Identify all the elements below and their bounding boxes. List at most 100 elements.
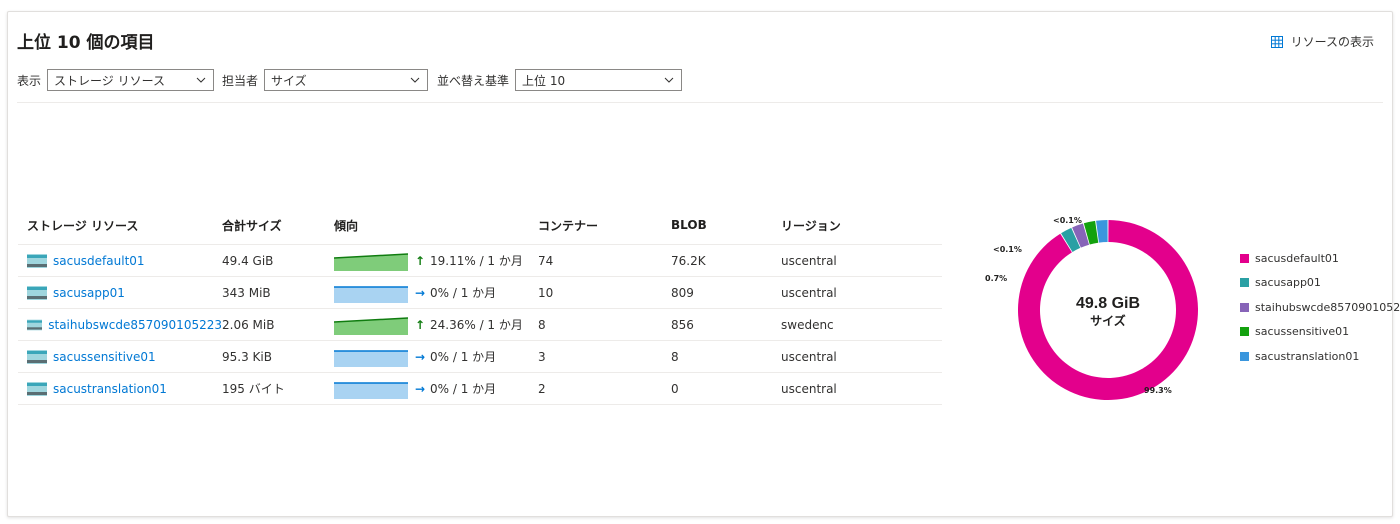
arrow-right-icon: →: [414, 285, 426, 300]
slice-label-3: <0.1%: [993, 245, 1022, 254]
trend-cell: → 0% / 1 か月: [334, 379, 538, 399]
resource-name: sacussensitive01: [53, 349, 156, 364]
col-header-resource[interactable]: ストレージ リソース: [18, 217, 222, 234]
storage-table: ストレージ リソース 合計サイズ 傾向 コンテナー BLOB リージョン sac…: [18, 206, 942, 405]
metric-value: サイズ: [271, 73, 307, 88]
sort-dropdown[interactable]: 上位 10: [515, 69, 683, 91]
legend-swatch: [1240, 351, 1249, 361]
sort-value: 上位 10: [522, 73, 566, 88]
arrow-right-icon: →: [414, 349, 426, 364]
arrow-up-icon: ↑: [414, 253, 426, 268]
region-cell: uscentral: [781, 381, 837, 396]
metric-dropdown[interactable]: サイズ: [264, 69, 429, 91]
trend-sparkline: [334, 316, 408, 335]
display-dropdown[interactable]: ストレージ リソース: [47, 69, 215, 91]
containers-cell: 8: [538, 317, 546, 332]
chevron-down-icon: [196, 77, 206, 83]
size-cell: 343 MiB: [222, 285, 271, 300]
col-header-trend[interactable]: 傾向: [334, 217, 538, 234]
region-cell: swedenc: [781, 317, 834, 332]
size-donut-chart: 49.8 GiB サイズ: [1018, 220, 1198, 400]
trend-text: 0% / 1 か月: [430, 382, 497, 396]
trend-text: 19.11% / 1 か月: [430, 254, 523, 268]
legend-label: sacustranslation01: [1255, 349, 1360, 363]
region-cell: uscentral: [781, 253, 837, 268]
size-cell: 2.06 MiB: [222, 317, 275, 332]
legend-item[interactable]: staihubswcde85709010522: [1240, 295, 1400, 320]
col-header-containers[interactable]: コンテナー: [538, 217, 671, 234]
slice-label-main: 99.3%: [1144, 386, 1172, 395]
resource-name: sacusdefault01: [53, 253, 145, 268]
trend-cell: ↑ 24.36% / 1 か月: [334, 315, 538, 335]
table-grid-icon: [1270, 35, 1283, 48]
chart-legend: sacusdefault01 sacusapp01 staihubswcde8570…: [1240, 246, 1400, 369]
col-header-region[interactable]: リージョン: [781, 217, 931, 234]
containers-cell: 74: [538, 253, 554, 268]
col-header-size[interactable]: 合計サイズ: [222, 217, 334, 234]
legend-item[interactable]: sacustranslation01: [1240, 344, 1400, 369]
resource-link[interactable]: sacustranslation01: [27, 381, 222, 396]
trend-cell: → 0% / 1 か月: [334, 283, 538, 303]
col-header-blob[interactable]: BLOB: [671, 218, 781, 232]
trend-sparkline: [334, 252, 408, 271]
page-title: 上位 10 個の項目: [17, 33, 155, 53]
arrow-right-icon: →: [414, 381, 426, 396]
legend-item[interactable]: sacussensitive01: [1240, 320, 1400, 345]
legend-label: staihubswcde85709010522: [1255, 300, 1400, 314]
storage-account-icon: [27, 253, 47, 268]
chevron-down-icon: [410, 77, 420, 83]
legend-swatch: [1240, 302, 1249, 312]
resource-link[interactable]: staihubswcde857090105223: [27, 318, 222, 332]
table-row: sacusdefault01 49.4 GiB ↑ 19.11% / 1 か月 74 76…: [18, 245, 942, 277]
blob-cell: 0: [671, 381, 679, 396]
trend-sparkline: [334, 381, 408, 399]
blob-cell: 856: [671, 317, 694, 332]
legend-item[interactable]: sacusapp01: [1240, 271, 1400, 296]
trend-cell: → 0% / 1 か月: [334, 347, 538, 367]
legend-label: sacusdefault01: [1255, 251, 1339, 265]
storage-account-icon: [27, 285, 47, 300]
table-row: sacustranslation01 195 バイト → 0% / 1 か月 2 0 usc…: [18, 373, 942, 405]
view-resources-label: リソースの表示: [1290, 35, 1374, 49]
metric-label: 担当者: [222, 73, 259, 88]
filter-bar: 表示 ストレージ リソース 担当者 サイズ 並べ替え基準 上位 10: [17, 69, 683, 91]
table-row: sacussensitive01 95.3 KiB → 0% / 1 か月 3 8 usce…: [18, 341, 942, 373]
trend-cell: ↑ 19.11% / 1 か月: [334, 251, 538, 271]
region-cell: uscentral: [781, 349, 837, 364]
legend-item[interactable]: sacusdefault01: [1240, 246, 1400, 271]
containers-cell: 3: [538, 349, 546, 364]
trend-sparkline: [334, 285, 408, 303]
blob-cell: 8: [671, 349, 679, 364]
trend-text: 0% / 1 か月: [430, 350, 497, 364]
storage-account-icon: [27, 349, 47, 364]
legend-swatch: [1240, 278, 1249, 288]
table-row: sacusapp01 343 MiB → 0% / 1 か月 10 809 uscentra…: [18, 277, 942, 309]
resource-name: sacustranslation01: [53, 381, 167, 396]
blob-cell: 809: [671, 285, 694, 300]
resource-name: sacusapp01: [53, 285, 125, 300]
containers-cell: 2: [538, 381, 546, 396]
legend-label: sacusapp01: [1255, 276, 1321, 290]
storage-account-icon: [27, 381, 47, 396]
trend-text: 24.36% / 1 か月: [430, 318, 523, 332]
arrow-up-icon: ↑: [414, 317, 426, 332]
resource-name: staihubswcde857090105223: [48, 317, 222, 332]
donut-slice-sacustranslation01[interactable]: [1096, 220, 1108, 243]
table-body: sacusdefault01 49.4 GiB ↑ 19.11% / 1 か月 74 76…: [18, 245, 942, 405]
resource-link[interactable]: sacusapp01: [27, 285, 222, 300]
view-resources-link[interactable]: リソースの表示: [1270, 33, 1374, 50]
donut-center-label: サイズ: [1090, 313, 1126, 328]
divider: [17, 102, 1383, 103]
table-row: staihubswcde857090105223 2.06 MiB ↑ 24.36% …: [18, 309, 942, 341]
trend-sparkline: [334, 349, 408, 367]
size-cell: 195 バイト: [222, 382, 285, 396]
resource-link[interactable]: sacusdefault01: [27, 253, 222, 268]
resource-link[interactable]: sacussensitive01: [27, 349, 222, 364]
region-cell: uscentral: [781, 285, 837, 300]
slice-label-4: <0.1%: [1053, 216, 1082, 225]
blob-cell: 76.2K: [671, 253, 706, 268]
sort-label: 並べ替え基準: [437, 73, 510, 88]
size-cell: 95.3 KiB: [222, 349, 272, 364]
legend-swatch: [1240, 253, 1249, 263]
trend-text: 0% / 1 か月: [430, 286, 497, 300]
